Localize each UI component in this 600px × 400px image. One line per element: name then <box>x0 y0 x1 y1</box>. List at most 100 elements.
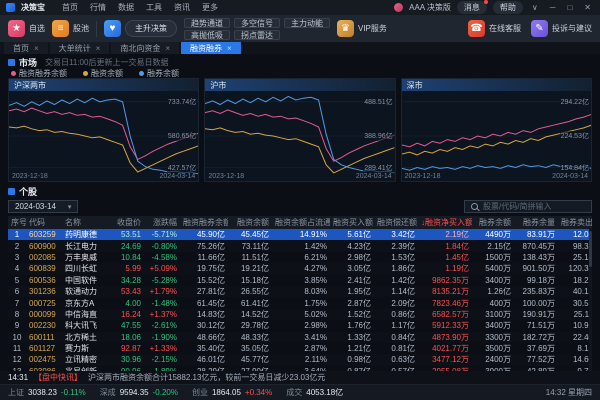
column-header-5[interactable]: 融资融券余额 <box>180 217 228 228</box>
stocks-table: 序号代码名称收盘价涨跌幅融资融券余额融资余额融资余额占流通市值融资买入额融资偿还… <box>8 216 592 371</box>
column-header-3[interactable]: 收盘价 <box>112 217 144 228</box>
quick-row-1: 趋势通道多空信号主力动能 <box>184 18 330 28</box>
tab-1[interactable]: 大单统计× <box>50 42 110 54</box>
cell-price: 24.69 <box>112 242 144 251</box>
cell-name: 兆易创新 <box>62 366 112 371</box>
column-header-4[interactable]: 涨跌幅 <box>144 217 180 228</box>
feedback-button[interactable]: ✎ 投诉与建议 <box>531 20 592 37</box>
cell-net: 6582.57万 <box>418 309 472 320</box>
cell-seq: 10 <box>8 333 26 342</box>
tab-close-icon[interactable]: × <box>227 44 232 53</box>
messages-label: 消息 <box>464 2 480 13</box>
chart-y-label: 224.53亿 <box>560 131 590 141</box>
column-header-2[interactable]: 名称 <box>62 217 112 228</box>
menu-item-4[interactable]: 资讯 <box>169 2 195 13</box>
search-input[interactable] <box>483 202 585 211</box>
cell-pct: 3.64% <box>272 367 330 371</box>
tab-close-icon[interactable]: × <box>34 44 39 53</box>
ticker-text[interactable]: 沪深两市融资余额合计15882.13亿元，较前一交易日减少23.03亿元 <box>88 372 325 383</box>
cell-fin_balance: 26.55亿 <box>228 286 272 297</box>
table-row[interactable]: 2600900长江电力24.69-0.80%75.26亿73.11亿1.42%4… <box>8 240 592 251</box>
cell-price: 16.24 <box>112 310 144 319</box>
menu-item-3[interactable]: 工具 <box>141 2 167 13</box>
ticker-tag[interactable]: 【盘中快讯】 <box>34 372 82 383</box>
date-select[interactable]: 2024-03-14 ▾ <box>8 200 78 213</box>
cell-sec_balance: 2.15亿 <box>472 241 514 252</box>
cell-sec_balance: 1.26亿 <box>472 286 514 297</box>
quick-button-r1-2[interactable]: 主力动能 <box>284 18 330 28</box>
tab-close-icon[interactable]: × <box>96 44 101 53</box>
tab-3[interactable]: 融资融券× <box>181 42 241 54</box>
column-header-6[interactable]: 融资余额 <box>228 217 272 228</box>
segment-value: 1864.05 <box>212 388 241 397</box>
minimize-button[interactable]: ─ <box>547 3 559 12</box>
tab-close-icon[interactable]: × <box>165 44 170 53</box>
favorites-button[interactable]: ★ 自选 <box>8 20 45 37</box>
quick-button-r2-1[interactable]: 拐点雷达 <box>234 30 280 40</box>
menu-item-2[interactable]: 数据 <box>113 2 139 13</box>
user-avatar[interactable] <box>394 3 403 12</box>
main-rise-button[interactable]: 主升决策 <box>125 20 177 37</box>
online-service-button[interactable]: ☎ 在线客服 <box>468 20 521 37</box>
column-header-7[interactable]: 融资余额占流通市值 <box>272 217 330 228</box>
table-row[interactable]: 7000725京东方A4.00-1.48%61.45亿61.41亿1.75%2.… <box>8 297 592 308</box>
table-row[interactable]: 3002085万丰奥威10.84-4.58%11.66亿11.51亿6.21%2… <box>8 252 592 263</box>
column-header-8[interactable]: 融资买入额 <box>330 217 374 228</box>
column-header-10[interactable]: ↓融资净买入额 <box>418 217 472 228</box>
quick-button-r1-1[interactable]: 多空信号 <box>234 18 280 28</box>
messages-button[interactable]: 消息 <box>457 1 487 14</box>
table-row[interactable]: 13603986兆易创新90.96-1.89%28.29亿27.90亿3.64%… <box>8 366 592 371</box>
maximize-button[interactable]: □ <box>564 3 575 12</box>
vertical-scrollbar[interactable] <box>589 229 592 371</box>
help-button[interactable]: 帮助 <box>493 1 523 14</box>
stock-pool-button[interactable]: ≡ 股池 <box>52 20 89 37</box>
quick-button-r2-0[interactable]: 高抛低吸 <box>184 30 230 40</box>
cell-change: -2.61% <box>144 321 180 330</box>
cell-code: 600111 <box>26 333 62 342</box>
quick-button-r1-0[interactable]: 趋势通道 <box>184 18 230 28</box>
chart-panel-2: 深市294.22亿224.53亿154.84亿2023-12-182024-03… <box>401 78 592 182</box>
charts-row: 沪深两市733.74亿580.65亿427.57亿2023-12-182024-… <box>8 78 592 182</box>
tab-2[interactable]: 南北向资金× <box>111 42 179 54</box>
cell-fin_balance: 27.90亿 <box>228 366 272 371</box>
news-ticker: 14:31 【盘中快讯】 沪深两市融资余额合计15882.13亿元，较前一交易日… <box>0 371 600 384</box>
menu-item-5[interactable]: 更多 <box>197 2 223 13</box>
vip-button[interactable]: ♛ VIP服务 <box>337 20 387 37</box>
table-row[interactable]: 1603259药明康德53.51-5.71%45.90亿45.45亿14.91%… <box>8 229 592 240</box>
column-header-13[interactable]: 融券卖出量 <box>558 217 592 228</box>
table-row[interactable]: 5600536中国软件34.28-5.28%15.52亿15.18亿3.85%2… <box>8 275 592 286</box>
column-header-11[interactable]: 融券余额 <box>472 217 514 228</box>
cell-price: 5.99 <box>112 264 144 273</box>
vip-crown-icon: ♛ <box>337 20 354 37</box>
table-row[interactable]: 6301236软通动力53.43+1.79%27.81亿26.55亿8.03%1… <box>8 286 592 297</box>
main-rise-icon: ♥ <box>104 20 121 37</box>
table-row[interactable]: 10600111北方稀土18.06-1.90%48.66亿48.33亿3.41%… <box>8 332 592 343</box>
table-row[interactable]: 8000099中信海直16.24+1.37%14.83亿14.52亿5.02%1… <box>8 309 592 320</box>
dropdown-arrow-icon[interactable]: ∨ <box>529 3 541 12</box>
cell-name: 科大讯飞 <box>62 320 112 331</box>
cell-balance: 75.26亿 <box>180 241 228 252</box>
cell-repay: 1.42亿 <box>374 275 418 286</box>
column-header-1[interactable]: 代码 <box>26 217 62 228</box>
scrollbar-thumb[interactable] <box>589 231 592 267</box>
column-header-12[interactable]: 融券余量 <box>514 217 558 228</box>
cell-name: 药明康德 <box>62 229 112 240</box>
cell-net: 1.19亿 <box>418 263 472 274</box>
cell-net: 2.19亿 <box>418 229 472 240</box>
quick-row-2: 高抛低吸拐点雷达 <box>184 30 330 40</box>
column-header-0[interactable]: 序号 <box>8 217 26 228</box>
menu-item-1[interactable]: 行情 <box>85 2 111 13</box>
table-row[interactable]: 4600839四川长虹5.99+5.09%19.75亿19.21亿4.27%3.… <box>8 263 592 274</box>
menu-item-0[interactable]: 首页 <box>57 2 83 13</box>
cell-seq: 13 <box>8 367 26 371</box>
tab-0[interactable]: 首页× <box>4 42 48 54</box>
table-row[interactable]: 12002475立讯精密30.96-2.15%46.01亿45.77亿2.11%… <box>8 354 592 365</box>
cell-code: 603986 <box>26 367 62 371</box>
account-name[interactable]: AAA 决策版 <box>409 2 451 13</box>
table-row[interactable]: 11601127赛力斯92.87+1.33%35.40亿35.05亿2.87%1… <box>8 343 592 354</box>
table-row[interactable]: 9002230科大讯飞47.55-2.61%30.12亿29.78亿2.98%1… <box>8 320 592 331</box>
tab-bar: 首页×大单统计×南北向资金×融资融券× <box>0 42 600 54</box>
status-segment-3: 成交4053.18亿 <box>286 387 343 398</box>
close-button[interactable]: ✕ <box>581 3 594 12</box>
column-header-9[interactable]: 融资偿还额 <box>374 217 418 228</box>
